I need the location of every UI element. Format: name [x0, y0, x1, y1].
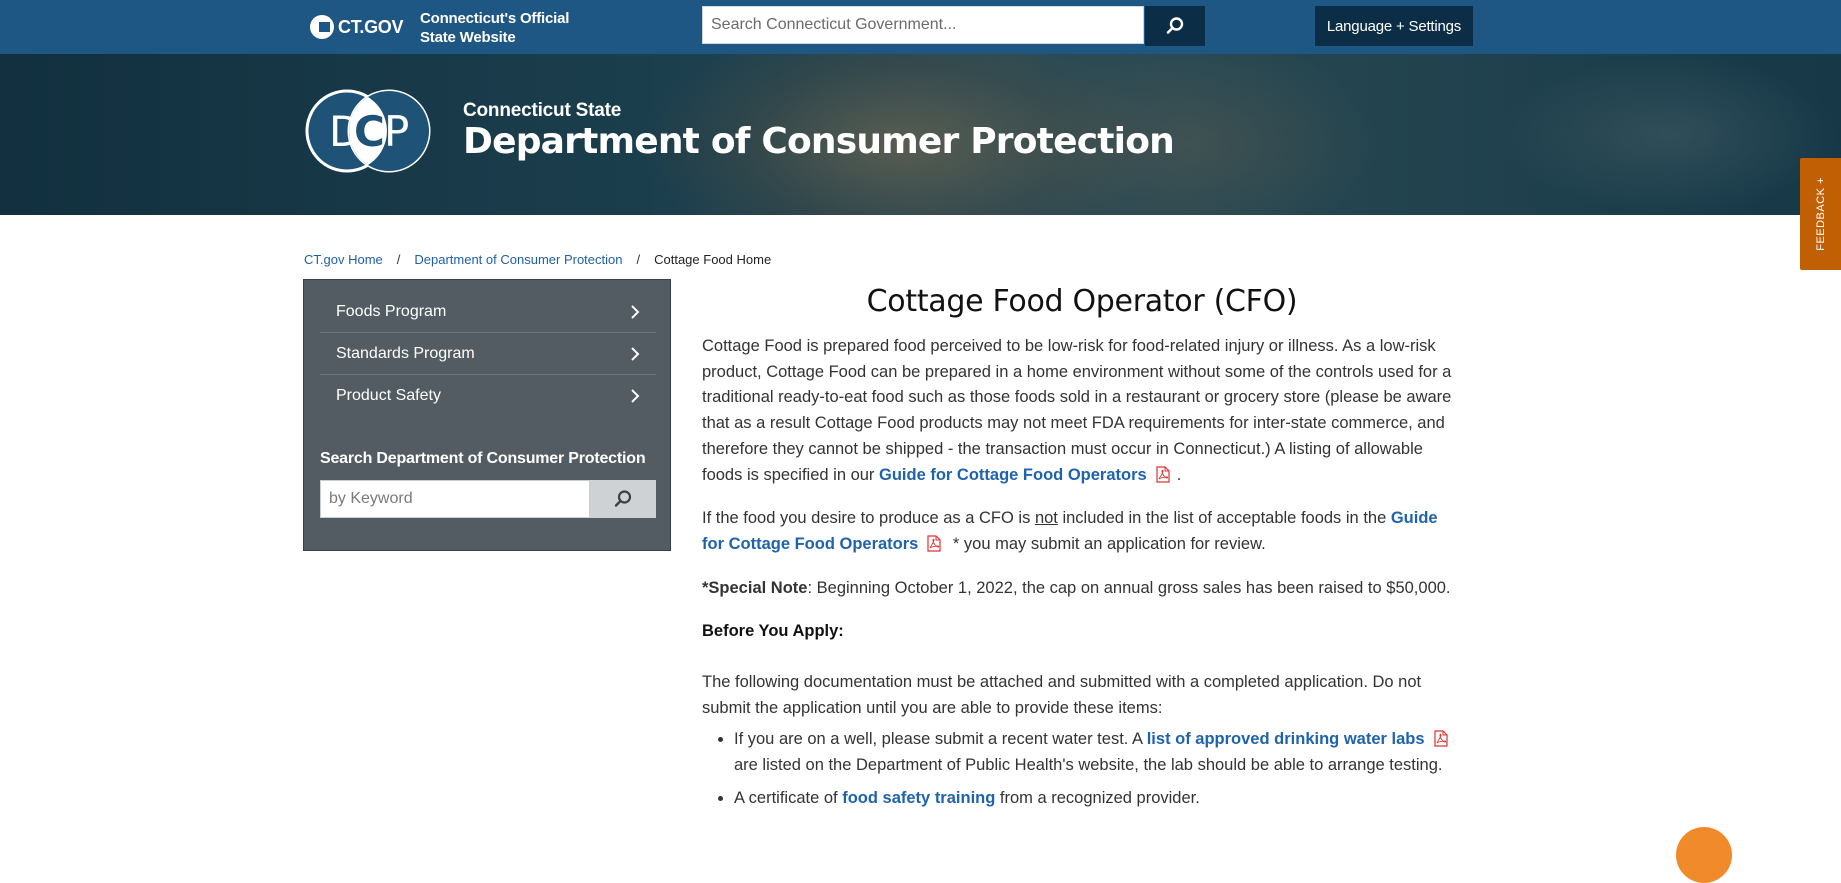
acceptable-foods-paragraph: If the food you desire to produce as a C…	[702, 506, 1462, 557]
intro-end: .	[1176, 465, 1182, 484]
p2-end: * you may submit an application for revi…	[948, 534, 1266, 553]
sidebar-item-standards-program[interactable]: Standards Program	[320, 333, 656, 375]
li1-text-a: If you are on a well, please submit a re…	[734, 730, 1147, 749]
breadcrumb-ctgov-home[interactable]: CT.gov Home	[304, 252, 383, 267]
sidebar-item-product-safety[interactable]: Product Safety	[320, 375, 656, 417]
dcp-logo-icon: D C P	[305, 89, 431, 173]
logo-letter-c: C	[354, 107, 385, 156]
banner-image-highlight	[1500, 54, 1840, 215]
official-line-1: Connecticut's Official	[420, 10, 570, 27]
breadcrumb-current: Cottage Food Home	[654, 252, 772, 267]
banner-subtitle: Connecticut State	[463, 100, 622, 121]
search-icon	[614, 490, 632, 507]
dcp-logo-link[interactable]: D C P	[304, 88, 432, 174]
list-item: If you are on a well, please submit a re…	[734, 727, 1462, 778]
sidebar-item-foods-program[interactable]: Foods Program	[320, 291, 656, 333]
li2-text-b: from a recognized provider.	[995, 788, 1200, 807]
dcp-search-button[interactable]	[590, 480, 656, 518]
breadcrumb-dcp[interactable]: Department of Consumer Protection	[414, 252, 622, 267]
top-bar: CT.GOV Connecticut's Official State Webs…	[0, 0, 1841, 54]
breadcrumb-separator: /	[396, 252, 401, 267]
special-note-label: *Special Note	[702, 578, 808, 597]
pdf-icon	[1156, 465, 1170, 483]
banner-title: Department of Consumer Protection	[463, 121, 1175, 162]
special-note-text: : Beginning October 1, 2022, the cap on …	[807, 578, 1451, 597]
pdf-icon	[1433, 730, 1448, 748]
list-item: A certificate of food safety training fr…	[734, 786, 1462, 812]
requirements-list: If you are on a well, please submit a re…	[702, 727, 1462, 811]
ct-search-input[interactable]	[702, 6, 1144, 44]
guide-link-1[interactable]: Guide for Cottage Food Operators	[879, 466, 1147, 484]
official-line-2: State Website	[420, 29, 516, 46]
ctgov-logo-icon	[310, 15, 334, 39]
sidebar-item-label: Foods Program	[336, 302, 447, 320]
intro-text: Cottage Food is prepared food perceived …	[702, 337, 1452, 484]
chevron-right-icon	[631, 389, 640, 403]
ctgov-home-link[interactable]: CT.GOV	[310, 15, 404, 39]
pdf-icon	[927, 535, 941, 552]
search-icon	[1166, 17, 1184, 34]
documentation-paragraph: The following documentation must be atta…	[702, 673, 1422, 717]
logo-letter-p: P	[384, 107, 409, 156]
sidebar-search-title: Search Department of Consumer Protection	[320, 450, 646, 467]
p2-text-b: included in the list of acceptable foods…	[1057, 509, 1391, 528]
p2-not: not	[1034, 509, 1058, 528]
chevron-right-icon	[631, 304, 640, 319]
water-labs-link[interactable]: list of approved drinking water labs	[1147, 730, 1425, 748]
dcp-search-input[interactable]	[320, 480, 590, 518]
sidebar-item-label: Product Safety	[336, 387, 441, 404]
feedback-label: FEEDBACK +	[1814, 177, 1827, 251]
li2-text-a: A certificate of	[734, 788, 843, 807]
sidebar: Foods Program Standards Program Product …	[303, 279, 671, 551]
ct-search-button[interactable]	[1145, 6, 1205, 46]
special-note-paragraph: *Special Note: Beginning October 1, 2022…	[702, 576, 1462, 602]
breadcrumb-separator: /	[636, 252, 641, 267]
ctgov-logo-text: CT.GOV	[338, 16, 404, 37]
chat-assistant-button[interactable]	[1676, 827, 1732, 883]
breadcrumb: CT.gov Home / Department of Consumer Pro…	[304, 252, 771, 267]
chevron-right-icon	[631, 346, 640, 361]
intro-paragraph: Cottage Food is prepared food perceived …	[702, 334, 1462, 488]
feedback-tab[interactable]: FEEDBACK +	[1800, 158, 1841, 270]
language-settings-button[interactable]: Language + Settings	[1315, 6, 1473, 46]
sidebar-item-label: Standards Program	[336, 344, 475, 362]
page-title: Cottage Food Operator (CFO)	[866, 284, 1298, 319]
food-safety-training-link[interactable]: food safety training	[842, 789, 995, 807]
p2-text-a: If the food you desire to produce as a C…	[702, 509, 1035, 528]
official-site-label: Connecticut's Official State Website	[420, 9, 569, 47]
main-content: Cottage Food Operator (CFO) Cottage Food…	[702, 280, 1462, 819]
before-you-apply-heading: Before You Apply:	[702, 622, 844, 641]
li1-text-b: are listed on the Department of Public H…	[734, 756, 1443, 775]
